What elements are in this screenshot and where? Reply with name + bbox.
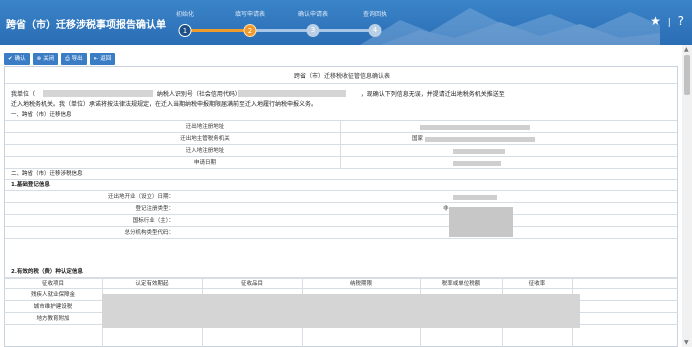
step-1-circle: 1 [178,24,192,37]
export-button-label: 导出 [71,56,83,62]
vertical-scrollbar[interactable]: ▲ ▼ [682,45,692,347]
tax-table: 征收项目 认定有效期起 征收品目 纳税期限 税率或单位税额 征收率 残疾人就业保… [4,66,678,347]
th-levy-rate: 征收率 [528,281,546,287]
progress-stepper: 初始化 填写申请表 确认申请表 查询回执 1 2 3 4 [165,0,410,45]
confirm-button[interactable]: ✔ 确认 [4,53,30,65]
cell-levy-item: 城市维护建设税 [33,304,73,310]
th-levy-item: 征收项目 [41,281,64,287]
help-icon[interactable]: ? [678,14,684,28]
step-4-circle: 4 [368,24,382,37]
cell-levy-item: 残疾人就业保障金 [30,292,75,298]
scroll-down-arrow-icon[interactable]: ▼ [684,339,689,346]
close-circle-icon: ⊗ [36,56,42,62]
redacted-table-values [102,294,580,328]
back-button[interactable]: ⇤ 返回 [89,53,116,65]
header-icons: ★ | ? [650,14,684,28]
step-3-circle: 3 [306,24,320,37]
back-button-label: 返回 [100,56,112,62]
th-tax-rate: 税率或单位税额 [441,281,481,287]
th-tax-period: 纳税期限 [349,281,372,287]
thumbs-up-icon: ✔ [8,56,13,62]
close-button[interactable]: ⊗ 关闭 [32,53,59,65]
export-button[interactable]: ⎙ 导出 [61,53,87,65]
tax-table-header: 征收项目 认定有效期起 征收品目 纳税期限 税率或单位税额 征收率 [4,278,678,289]
th-levy-category: 征收品目 [240,281,263,287]
cell-levy-item: 地方教育附加 [36,316,70,322]
toolbar: ✔ 确认 ⊗ 关闭 ⎙ 导出 ⇤ 返回 [4,45,118,65]
close-button-label: 关闭 [43,56,55,62]
scrollbar-thumb[interactable] [684,55,690,95]
favorite-star-icon[interactable]: ★ [650,14,661,28]
confirm-button-label: 确认 [14,56,26,62]
step-4-label: 查询回执 [362,11,388,18]
step-1-label: 初始化 [175,11,195,18]
page-title: 跨省（市）迁移涉税事项报告确认单 [6,20,166,31]
scroll-up-arrow-icon[interactable]: ▲ [684,46,689,53]
print-icon: ⎙ [65,56,70,62]
step-2-label: 填写申请表 [234,11,266,18]
step-2-circle: 2 [243,24,257,37]
stepper-track-progress [185,29,250,32]
app-window: 跨省（市）迁移涉税事项报告确认单 初始化 填写申请表 确认申请表 查询回执 1 … [0,0,692,347]
header-separator: | [667,18,671,28]
step-3-label: 确认申请表 [297,11,329,18]
back-arrow-icon: ⇤ [93,56,99,62]
th-valid-from: 认定有效期起 [135,281,169,287]
header-bar: 跨省（市）迁移涉税事项报告确认单 初始化 填写申请表 确认申请表 查询回执 1 … [0,0,692,45]
